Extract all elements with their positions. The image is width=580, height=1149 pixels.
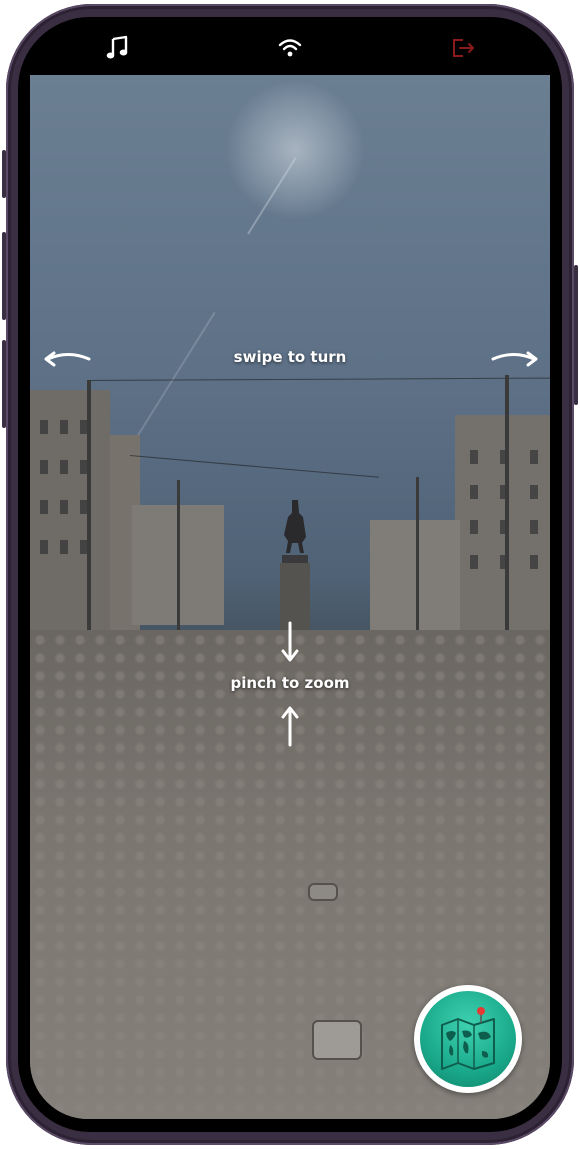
side-button-left-2 (2, 232, 6, 320)
zoom-up-arrow-icon (281, 706, 299, 747)
window (530, 450, 538, 464)
window (530, 485, 538, 499)
street-pole (505, 375, 509, 657)
window (60, 500, 68, 514)
window (470, 450, 478, 464)
world-map-icon (441, 1007, 495, 1070)
music-note-icon[interactable] (104, 35, 130, 61)
device-bezel: swipe to turn pinch to zoom (18, 17, 562, 1132)
side-button-right (574, 265, 578, 405)
street-pole (416, 477, 419, 632)
window (470, 485, 478, 499)
window (470, 555, 478, 569)
exit-icon[interactable] (450, 35, 476, 61)
swipe-hint-label: swipe to turn (233, 348, 347, 366)
window (530, 555, 538, 569)
sun-glow (225, 80, 365, 220)
pinch-hint-label: pinch to zoom (230, 674, 350, 692)
status-bar (18, 17, 562, 75)
map-button-face (420, 991, 516, 1087)
zoom-down-arrow-icon (281, 621, 299, 662)
side-button-left-1 (2, 150, 6, 198)
manhole-cover (312, 1020, 362, 1060)
street-pole (177, 480, 180, 635)
map-pin-icon (477, 1007, 485, 1015)
street-view-panorama[interactable]: swipe to turn pinch to zoom (30, 75, 550, 1119)
window (40, 500, 48, 514)
window (60, 420, 68, 434)
window (530, 520, 538, 534)
wifi-icon (278, 39, 302, 57)
tram-wire (129, 455, 380, 478)
turn-right-arrow-icon (491, 351, 538, 367)
map-button[interactable] (414, 985, 522, 1093)
side-button-left-3 (2, 340, 6, 428)
window (470, 520, 478, 534)
window (40, 420, 48, 434)
street-pole (87, 380, 91, 660)
building-right-far (370, 520, 460, 630)
window (60, 540, 68, 554)
window (40, 460, 48, 474)
manhole-cover (308, 883, 338, 901)
turn-left-arrow-icon (44, 351, 91, 367)
window (40, 540, 48, 554)
tram-wire (89, 377, 550, 381)
window (60, 460, 68, 474)
